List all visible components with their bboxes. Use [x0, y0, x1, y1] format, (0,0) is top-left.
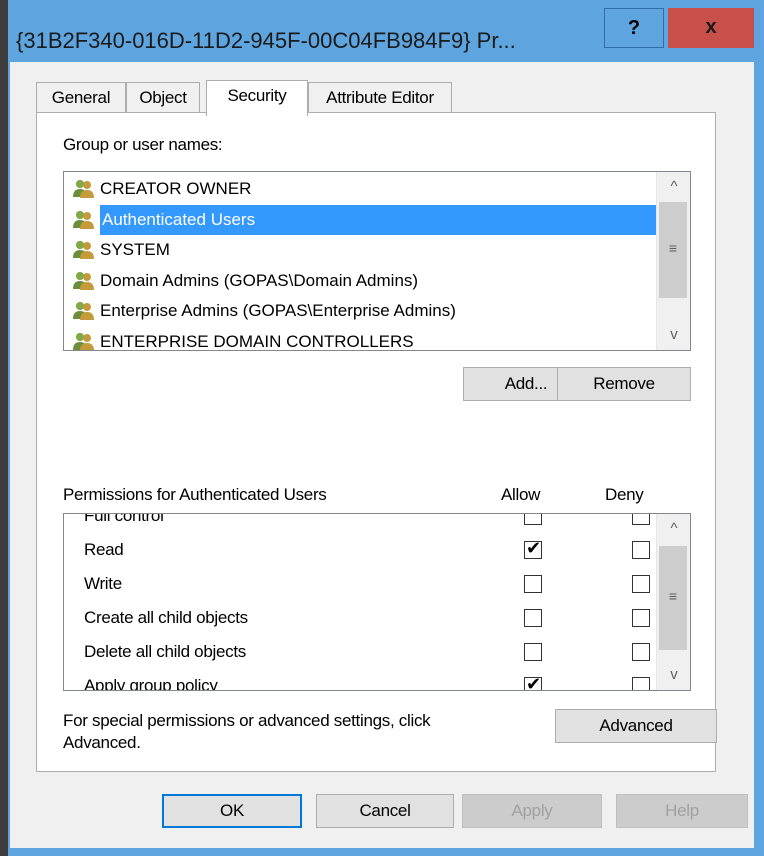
deny-checkbox[interactable]: [632, 677, 650, 690]
user-name-label: Authenticated Users: [100, 204, 678, 235]
permissions-listbox[interactable]: Full control Read ✔ Write Create all child o…: [63, 513, 691, 691]
user-group-icon: [72, 331, 96, 350]
dialog-client-area: General Object Security Attribute Editor…: [10, 62, 754, 848]
permission-name: Write: [84, 574, 122, 593]
window-title: {31B2F340-016D-11D2-945F-00C04FB984F9} P…: [16, 28, 516, 53]
apply-button[interactable]: Apply: [462, 794, 602, 828]
scroll-up-icon[interactable]: ^: [657, 514, 690, 544]
allow-checkbox[interactable]: [524, 643, 542, 661]
help-title-button[interactable]: ?: [604, 8, 664, 48]
user-list-item[interactable]: CREATOR OWNER: [72, 174, 251, 204]
tab-object[interactable]: Object: [126, 82, 200, 112]
users-listbox[interactable]: CREATOR OWNER Authenticated Users SYSTEM Do…: [63, 171, 691, 351]
checkmark-icon: ✔: [526, 538, 542, 558]
close-button[interactable]: x: [668, 8, 754, 48]
scroll-thumb[interactable]: ≡: [659, 546, 687, 650]
permission-name: Create all child objects: [84, 608, 248, 627]
allow-checkbox[interactable]: ✔: [524, 538, 542, 559]
permissions-scrollbar[interactable]: ^ ≡ v: [656, 514, 690, 690]
tab-general[interactable]: General: [36, 82, 126, 112]
user-group-icon: [72, 209, 96, 231]
tab-security[interactable]: Security: [206, 80, 308, 116]
advanced-hint-line2: Advanced.: [63, 733, 141, 752]
properties-window: {31B2F340-016D-11D2-945F-00C04FB984F9} P…: [0, 0, 764, 856]
allow-column-header: Allow: [501, 485, 541, 504]
scroll-up-icon[interactable]: ^: [657, 172, 690, 202]
advanced-hint-line1: For special permissions or advanced sett…: [63, 711, 431, 730]
window-shadow-edge: [0, 0, 8, 856]
user-list-item[interactable]: Domain Admins (GOPAS\Domain Admins): [72, 266, 418, 296]
user-name-label: Enterprise Admins (GOPAS\Enterprise Admi…: [100, 301, 456, 320]
allow-checkbox[interactable]: [524, 514, 542, 525]
user-list-item[interactable]: SYSTEM: [72, 235, 170, 265]
deny-checkbox[interactable]: [632, 609, 650, 627]
tab-attribute-editor[interactable]: Attribute Editor: [308, 82, 452, 112]
permission-name: Full control: [84, 513, 164, 525]
permission-name: Delete all child objects: [84, 642, 246, 661]
permission-row: Apply group policy ✔: [64, 670, 658, 691]
user-name-label: Domain Admins (GOPAS\Domain Admins): [100, 270, 419, 290]
user-list-item[interactable]: Enterprise Admins (GOPAS\Enterprise Admi…: [72, 296, 456, 326]
user-group-icon: [72, 239, 96, 261]
grip-icon: ≡: [668, 240, 678, 256]
help-button[interactable]: Help: [616, 794, 748, 828]
group-or-user-names-label: Group or user names:: [63, 135, 223, 154]
permission-row: Delete all child objects: [64, 636, 658, 670]
allow-checkbox[interactable]: ✔: [524, 674, 542, 690]
deny-checkbox[interactable]: [632, 514, 650, 525]
permissions-for-label: Permissions for Authenticated Users: [63, 485, 327, 504]
permission-row: Full control: [64, 513, 658, 534]
user-name-label: CREATOR OWNER: [100, 179, 252, 198]
deny-column-header: Deny: [605, 485, 644, 504]
user-name-label: ENTERPRISE DOMAIN CONTROLLERS: [100, 331, 414, 351]
deny-checkbox[interactable]: [632, 541, 650, 559]
user-group-icon: [72, 178, 96, 200]
remove-button[interactable]: Remove: [557, 367, 691, 401]
deny-checkbox[interactable]: [632, 643, 650, 661]
security-panel: Group or user names: CREATOR OWNER Authen…: [36, 112, 717, 772]
scroll-down-icon[interactable]: v: [657, 320, 690, 350]
user-name-label: SYSTEM: [100, 240, 170, 259]
permission-row: Write: [64, 568, 658, 602]
allow-checkbox[interactable]: [524, 609, 542, 627]
ok-button[interactable]: OK: [162, 794, 302, 828]
deny-checkbox[interactable]: [632, 575, 650, 593]
allow-checkbox[interactable]: [524, 575, 542, 593]
permission-row: Read ✔: [64, 534, 658, 568]
user-list-item[interactable]: ENTERPRISE DOMAIN CONTROLLERS: [72, 327, 414, 351]
checkmark-icon: ✔: [526, 674, 542, 691]
grip-icon: ≡: [668, 588, 678, 604]
cancel-button[interactable]: Cancel: [316, 794, 454, 828]
user-list-item[interactable]: Authenticated Users: [72, 204, 678, 235]
permission-name: Read: [84, 540, 124, 559]
user-group-icon: [72, 270, 96, 292]
advanced-button[interactable]: Advanced: [555, 709, 717, 743]
user-group-icon: [72, 300, 96, 322]
scroll-thumb[interactable]: ≡: [659, 202, 687, 298]
users-scrollbar[interactable]: ^ ≡ v: [656, 172, 690, 350]
permission-name: Apply group policy: [84, 676, 218, 691]
permission-row: Create all child objects: [64, 602, 658, 636]
scroll-down-icon[interactable]: v: [657, 660, 690, 690]
